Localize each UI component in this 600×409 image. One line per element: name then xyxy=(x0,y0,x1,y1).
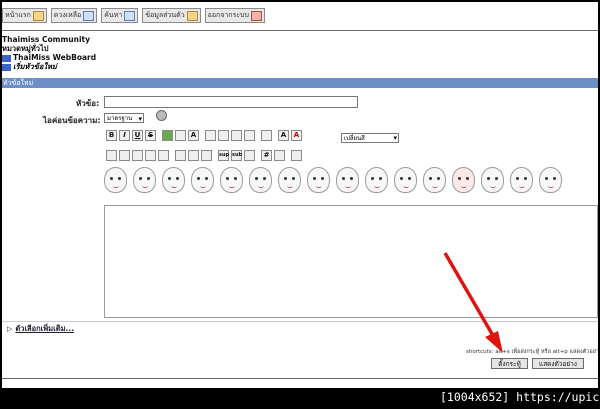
post-button[interactable]: ตั้งกระทู้ xyxy=(491,358,528,369)
nav-search-label: ค้นหา xyxy=(104,11,123,19)
ftp-button[interactable] xyxy=(158,150,169,161)
breadcrumb: Thaimiss Community หมวดหมู่ทั่วไป ThaiMi… xyxy=(2,35,96,71)
color-select[interactable]: เปลี่ยนสี xyxy=(341,133,399,143)
emoticon-blush[interactable] xyxy=(452,167,475,193)
glow-button[interactable] xyxy=(162,130,173,141)
format-toolbar-row-1: B I U S A A A xyxy=(106,130,302,141)
logout-icon xyxy=(250,10,262,21)
email-button[interactable] xyxy=(145,150,156,161)
breadcrumb-action-label: เริ่มหัวข้อใหม่ xyxy=(13,62,57,71)
forum-page: หน้าแรก ดวงเหลือ ค้นหา ข้อมูลส่วนตัว ออก… xyxy=(2,2,598,388)
emoticon-shock[interactable] xyxy=(278,167,301,193)
folder-icon xyxy=(2,54,11,62)
home-icon xyxy=(32,10,44,21)
align-left-button[interactable] xyxy=(205,130,216,141)
font-color-button[interactable]: A xyxy=(291,130,302,141)
shadow-button[interactable] xyxy=(175,130,186,141)
strike-button[interactable]: S xyxy=(145,130,156,141)
font-size-button[interactable]: A xyxy=(278,130,289,141)
emoticon-sleepy[interactable] xyxy=(481,167,504,193)
breadcrumb-category[interactable]: หมวดหมู่ทั่วไป xyxy=(2,44,96,53)
divider xyxy=(2,30,598,31)
emoticon-bar xyxy=(104,167,562,193)
search-icon xyxy=(124,10,136,21)
breadcrumb-board-label: ThaiMiss WebBoard xyxy=(13,53,97,62)
profile-icon xyxy=(186,10,198,21)
table-row-button[interactable] xyxy=(188,150,199,161)
link-button[interactable] xyxy=(132,150,143,161)
nav-home-button[interactable]: หน้าแรก xyxy=(2,8,47,23)
help-icon xyxy=(83,10,95,21)
format-toolbar-row-2: sup sub # xyxy=(106,150,302,161)
emoticon-laugh[interactable] xyxy=(249,167,272,193)
italic-button[interactable]: I xyxy=(119,130,130,141)
top-navigation: หน้าแรก ดวงเหลือ ค้นหา ข้อมูลส่วนตัว ออก… xyxy=(2,8,265,24)
nav-profile-button[interactable]: ข้อมูลส่วนตัว xyxy=(142,8,201,23)
subscript-button[interactable]: sub xyxy=(231,150,242,161)
list-button[interactable] xyxy=(291,150,302,161)
table-button[interactable] xyxy=(175,150,186,161)
emoticon-doubt[interactable] xyxy=(510,167,533,193)
quote-button[interactable] xyxy=(274,150,285,161)
image-caption: [1004x652] https://upic.me/ xyxy=(440,390,600,404)
emoticon-headband[interactable] xyxy=(336,167,359,193)
superscript-button[interactable]: sup xyxy=(218,150,229,161)
new-topic-icon xyxy=(2,63,11,71)
nav-search-button[interactable]: ค้นหา xyxy=(101,8,139,23)
emoticon-angry[interactable] xyxy=(307,167,330,193)
emoticon-cry[interactable] xyxy=(191,167,214,193)
nav-help-label: ดวงเหลือ xyxy=(53,11,82,19)
divider xyxy=(2,378,598,379)
bold-button[interactable]: B xyxy=(106,130,117,141)
form-divider xyxy=(2,321,598,322)
message-icon-preview xyxy=(156,110,167,121)
icon-label: ไอค่อนข้อความ: xyxy=(43,116,101,125)
more-options-label: ตัวเลือกเพิ่มเติม... xyxy=(15,324,75,333)
message-textarea[interactable] xyxy=(104,205,598,318)
align-right-button[interactable] xyxy=(231,130,242,141)
emoticon-grin[interactable] xyxy=(423,167,446,193)
nav-logout-label: ออกจากระบบ xyxy=(207,11,249,19)
subject-input[interactable] xyxy=(104,96,358,108)
expand-triangle-icon: ▷ xyxy=(7,325,13,333)
emoticon-question[interactable] xyxy=(365,167,388,193)
teletype-button[interactable] xyxy=(244,150,255,161)
flash-button[interactable] xyxy=(106,150,117,161)
preview-button[interactable]: แสดงตัวอย่าง xyxy=(532,358,584,369)
emoticon-smile[interactable] xyxy=(104,167,127,193)
screenshot-frame: หน้าแรก ดวงเหลือ ค้นหา ข้อมูลส่วนตัว ออก… xyxy=(0,0,600,409)
emoticon-bigeyes[interactable] xyxy=(539,167,562,193)
breadcrumb-action: เริ่มหัวข้อใหม่ xyxy=(2,62,96,71)
more-options-link[interactable]: ▷ ตัวเลือกเพิ่มเติม... xyxy=(7,323,74,335)
nav-help-button[interactable]: ดวงเหลือ xyxy=(50,8,98,23)
section-title: หัวข้อใหม่ xyxy=(2,78,598,88)
nav-home-label: หน้าแรก xyxy=(5,11,31,19)
emoticon-happy[interactable] xyxy=(133,167,156,193)
align-center-button[interactable] xyxy=(218,130,229,141)
icon-select[interactable]: มาตรฐาน xyxy=(104,113,144,124)
emoticon-wink[interactable] xyxy=(394,167,417,193)
image-button[interactable] xyxy=(119,150,130,161)
breadcrumb-board[interactable]: ThaiMiss WebBoard xyxy=(2,53,96,62)
nav-logout-button[interactable]: ออกจากระบบ xyxy=(204,8,265,23)
breadcrumb-community[interactable]: Thaimiss Community xyxy=(2,35,96,44)
nav-profile-label: ข้อมูลส่วนตัว xyxy=(145,11,185,19)
emoticon-shout[interactable] xyxy=(220,167,243,193)
underline-button[interactable]: U xyxy=(132,130,143,141)
horizontal-rule-button[interactable] xyxy=(261,130,272,141)
shortcut-hint: shortcuts: alt+s เพื่อส่งกระทู้ หรือ alt… xyxy=(466,349,598,355)
move-button[interactable]: A xyxy=(188,130,199,141)
code-button[interactable]: # xyxy=(261,150,272,161)
emoticon-cheer[interactable] xyxy=(162,167,185,193)
subject-label: หัวข้อ: xyxy=(76,99,100,108)
table-cell-button[interactable] xyxy=(201,150,212,161)
justify-button[interactable] xyxy=(244,130,255,141)
